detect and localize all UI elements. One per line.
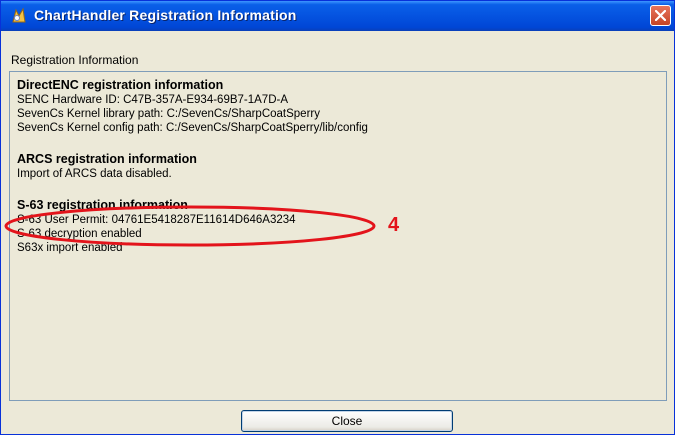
- info-line: SevenCs Kernel config path: C:/SevenCs/S…: [17, 122, 368, 134]
- registration-dialog: ChartHandler Registration Information Re…: [0, 0, 675, 435]
- arcs-section: ARCS registration information Import of …: [17, 152, 659, 181]
- info-line: S-63 decryption enabled: [17, 228, 142, 240]
- section-title: ARCS registration information: [17, 152, 197, 166]
- group-label: Registration Information: [11, 53, 139, 67]
- close-icon: [655, 10, 666, 21]
- s63-section: S-63 registration information S-63 User …: [17, 198, 659, 255]
- window-title: ChartHandler Registration Information: [34, 7, 297, 23]
- info-line: SevenCs Kernel library path: C:/SevenCs/…: [17, 108, 320, 120]
- annotation-number: 4: [388, 214, 400, 236]
- section-title: DirectENC registration information: [17, 78, 224, 92]
- info-line: S63x import enabled: [17, 242, 123, 254]
- registration-info-box[interactable]: DirectENC registration information SENC …: [9, 71, 667, 401]
- directenc-section: DirectENC registration information SENC …: [17, 78, 659, 135]
- close-window-button[interactable]: [650, 5, 671, 26]
- info-line: SENC Hardware ID: C47B-357A-E934-69B7-1A…: [17, 94, 289, 106]
- s63-user-permit: S-63 User Permit: 04761E5418287E11614D64…: [17, 214, 296, 226]
- info-line: Import of ARCS data disabled.: [17, 168, 172, 180]
- title-bar[interactable]: ChartHandler Registration Information: [1, 1, 674, 31]
- close-button[interactable]: Close: [241, 410, 453, 432]
- section-title: S-63 registration information: [17, 198, 188, 212]
- charthandler-app-icon: [10, 7, 28, 25]
